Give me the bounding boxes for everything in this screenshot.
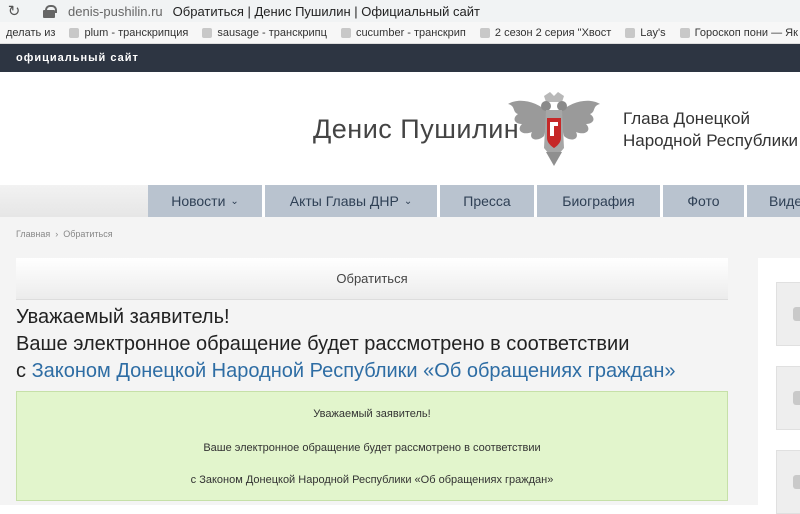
- emblem-icon: [793, 307, 800, 321]
- nav-label: Виде: [769, 193, 800, 209]
- nav-label: Акты Главы ДНР: [289, 193, 399, 209]
- notice-line-3: с Законом Донецкой Народной Республики «…: [190, 474, 554, 486]
- breadcrumb-home-link[interactable]: Главная: [16, 229, 50, 239]
- page-heading-bar: Обратиться: [16, 258, 728, 300]
- nav-item-biography[interactable]: Биография: [537, 185, 663, 217]
- bookmark-label: делать из: [6, 26, 56, 39]
- breadcrumb-current: Обратиться: [63, 229, 113, 239]
- favicon-icon: [202, 27, 213, 38]
- nav-label: Биография: [562, 193, 635, 209]
- bookmark-item[interactable]: plum - транскрипция: [61, 27, 188, 39]
- bookmark-label: cucumber - транскрип: [355, 26, 466, 39]
- nav-label: Фото: [687, 193, 720, 209]
- nav-label: Новости: [171, 193, 226, 209]
- chevron-down-icon: ⌄: [230, 195, 239, 207]
- person-name[interactable]: Денис Пушилин: [313, 114, 519, 145]
- notice-box: Уважаемый заявитель! Ваше электронное об…: [16, 391, 728, 501]
- nav-item-photo[interactable]: Фото: [663, 185, 747, 217]
- law-link[interactable]: Законом Донецкой Народной Республики «Об…: [32, 360, 676, 382]
- main-nav: Новости ⌄ Акты Главы ДНР ⌄ Пресса Биографи…: [148, 185, 800, 217]
- nav-item-video[interactable]: Виде: [747, 185, 800, 217]
- role-title: Глава Донецкой Народной Республики: [623, 108, 798, 152]
- role-line-1: Глава Донецкой: [623, 109, 750, 128]
- site-top-strip: официальный сайт: [0, 44, 800, 72]
- sidebar-card[interactable]: [776, 282, 800, 346]
- bookmark-item[interactable]: делать из: [6, 27, 55, 39]
- intro-line-2: Ваше электронное обращение будет рассмот…: [16, 333, 630, 355]
- breadcrumb: Главная › Обратиться: [16, 229, 113, 239]
- page-title-text: Обратиться | Денис Пушилин | Официальный…: [172, 3, 480, 19]
- bookmark-item[interactable]: Гороскоп пони — Як: [672, 27, 798, 39]
- favicon-icon: [625, 27, 636, 38]
- sidebar-card[interactable]: [776, 366, 800, 430]
- intro-text: Уважаемый заявитель! Ваше электронное об…: [16, 304, 736, 385]
- nav-label: Пресса: [463, 193, 511, 209]
- site-header: Денис Пушилин Глава Донецкой Народной Ре…: [0, 72, 800, 184]
- browser-address-bar: ↻ denis-pushilin.ru Обратиться | Денис П…: [0, 0, 800, 22]
- bookmark-item[interactable]: 2 сезон 2 серия "Хвост: [472, 27, 611, 39]
- bookmarks-bar: делать из plum - транскрипция sausage - …: [0, 22, 800, 44]
- page-heading: Обратиться: [336, 271, 408, 286]
- favicon-icon: [679, 27, 690, 38]
- intro-line-1: Уважаемый заявитель!: [16, 306, 230, 328]
- lock-icon[interactable]: [42, 5, 60, 18]
- intro-line-3: с Законом Донецкой Народной Республики «…: [16, 358, 736, 385]
- bookmark-label: plum - транскрипция: [84, 26, 189, 39]
- favicon-icon: [340, 27, 351, 38]
- favicon-icon: [479, 27, 490, 38]
- bookmark-label: Гороскоп пони — Як: [694, 26, 798, 39]
- emblem-icon: [793, 391, 800, 405]
- url-domain[interactable]: denis-pushilin.ru: [68, 4, 163, 19]
- notice-line-1: Уважаемый заявитель!: [313, 408, 431, 420]
- nav-item-press[interactable]: Пресса: [440, 185, 537, 217]
- chevron-down-icon: ⌄: [403, 195, 413, 207]
- reload-icon[interactable]: ↻: [0, 2, 28, 20]
- bookmark-label: Lay's: [640, 26, 666, 39]
- official-site-label: официальный сайт: [16, 52, 139, 64]
- bookmark-item[interactable]: Lay's: [617, 26, 666, 39]
- intro-prefix: с: [16, 360, 26, 382]
- bookmark-label: sausage - транскрипц: [217, 26, 327, 39]
- emblem-icon: [793, 475, 800, 489]
- nav-item-news[interactable]: Новости ⌄: [148, 185, 265, 217]
- nav-item-acts[interactable]: Акты Главы ДНР ⌄: [265, 185, 440, 217]
- breadcrumb-separator: ›: [55, 229, 59, 239]
- notice-line-2: Ваше электронное обращение будет рассмот…: [203, 442, 541, 454]
- favicon-icon: [69, 27, 80, 38]
- sidebar-card[interactable]: [776, 450, 800, 514]
- bookmark-label: 2 сезон 2 серия "Хвост: [494, 26, 612, 39]
- role-line-2: Народной Республики: [623, 131, 799, 150]
- bookmark-item[interactable]: sausage - транскрипц: [194, 27, 327, 39]
- bookmark-item[interactable]: cucumber - транскрип: [333, 27, 466, 39]
- coat-of-arms-icon[interactable]: [506, 92, 602, 168]
